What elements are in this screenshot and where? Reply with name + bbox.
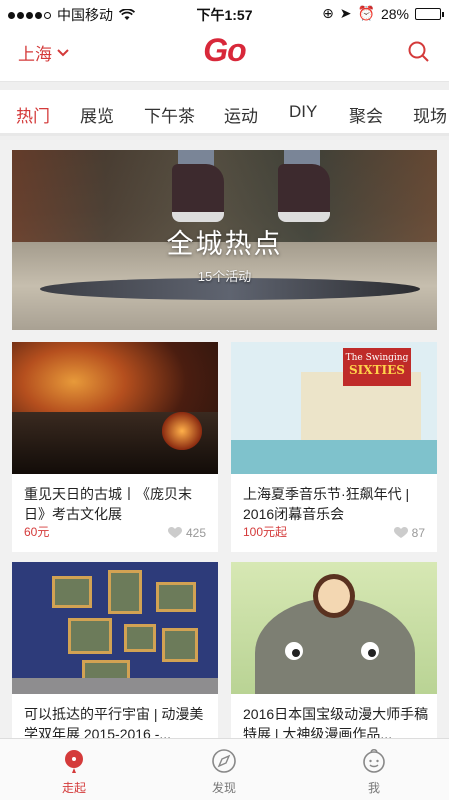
nav-go[interactable]: 走起 — [44, 747, 104, 796]
rotation-lock-icon: ⊕ — [322, 5, 334, 21]
search-button[interactable] — [407, 40, 431, 69]
event-title: 可以抵达的平行宇宙 | 动漫美学双年展 2015-2016 -... — [24, 706, 204, 738]
status-right: ⊕ ➤ ⏰ 28% — [322, 5, 444, 22]
music-pool — [231, 440, 437, 474]
app-logo: Go — [203, 32, 246, 68]
museum-frame — [162, 628, 198, 662]
battery-percent: 28% — [380, 5, 409, 22]
divider — [0, 82, 449, 90]
bottom-nav: 走起 发现 我 — [0, 738, 449, 800]
museum-frame — [108, 570, 142, 614]
tab-sports[interactable]: 运动 — [224, 102, 258, 127]
alarm-icon: ⏰ — [357, 5, 375, 21]
image-sign-small: The Swinging — [345, 353, 409, 363]
image-sign-big: SIXTIES — [349, 363, 405, 377]
ruins-fire — [162, 412, 202, 450]
museum-frame — [52, 576, 92, 608]
banner-shoe-right — [278, 164, 330, 222]
banner-title: 全城热点 — [166, 229, 283, 259]
nav-label: 走起 — [61, 781, 86, 795]
tab-party[interactable]: 聚会 — [349, 102, 383, 127]
girl-figure — [313, 574, 355, 618]
feed[interactable]: 全城热点 15个活动 重见天日的古城丨《庞贝末日》考古文化展 60元 425 T… — [0, 140, 449, 738]
museum-frame — [156, 582, 196, 612]
heart-icon — [167, 527, 182, 538]
compass-icon — [212, 749, 236, 773]
event-title: 重见天日的古城丨《庞贝末日》考古文化展 — [24, 486, 192, 522]
tab-afternoon-tea[interactable]: 下午茶 — [144, 102, 195, 127]
banner-subtitle: 15个活动 — [197, 269, 252, 284]
search-icon — [408, 41, 429, 62]
status-bar: 中国移动 下午1:57 ⊕ ➤ ⏰ 28% — [0, 0, 449, 26]
event-image: The Swinging SIXTIES — [231, 342, 437, 474]
like-count[interactable]: 87 — [393, 526, 425, 540]
nav-label: 发现 — [211, 781, 236, 795]
heart-icon — [393, 527, 408, 538]
like-count-value: 425 — [185, 526, 206, 540]
like-count[interactable]: 425 — [167, 526, 206, 540]
image-sign: The Swinging SIXTIES — [343, 348, 411, 386]
event-card[interactable]: 2016日本国宝级动漫大师手稿特展 | 大神级漫画作品... — [231, 562, 437, 738]
museum-floor — [12, 678, 218, 694]
banner-shoe-left — [172, 164, 224, 222]
event-card[interactable]: 可以抵达的平行宇宙 | 动漫美学双年展 2015-2016 -... — [12, 562, 218, 738]
event-card[interactable]: 重见天日的古城丨《庞贝末日》考古文化展 60元 425 — [12, 342, 218, 552]
event-image — [12, 342, 218, 474]
location-icon: ➤ — [339, 5, 352, 21]
category-tabs: 热门 展览 下午茶 运动 DIY 聚会 现场 — [0, 90, 449, 136]
tab-hot[interactable]: 热门 — [16, 102, 50, 127]
hot-banner[interactable]: 全城热点 15个活动 — [12, 150, 437, 330]
event-image — [231, 562, 437, 694]
event-title: 2016日本国宝级动漫大师手稿特展 | 大神级漫画作品... — [243, 706, 429, 738]
event-card[interactable]: The Swinging SIXTIES 上海夏季音乐节·狂飙年代 | 2016… — [231, 342, 437, 552]
museum-frame — [124, 624, 156, 652]
face-icon — [363, 749, 385, 773]
event-price: 100元起 — [243, 525, 288, 539]
totoro-eye — [285, 642, 303, 660]
balloon-icon — [65, 750, 83, 773]
museum-frame — [68, 618, 112, 654]
nav-discover[interactable]: 发现 — [194, 747, 254, 796]
like-count-value: 87 — [411, 526, 425, 540]
tab-diy[interactable]: DIY — [289, 102, 317, 122]
tab-live[interactable]: 现场 — [413, 102, 447, 127]
nav-me[interactable]: 我 — [344, 747, 404, 796]
event-title: 上海夏季音乐节·狂飙年代 | 2016闭幕音乐会 — [243, 486, 410, 522]
battery-icon — [415, 7, 444, 20]
event-price: 60元 — [24, 525, 50, 539]
tab-exhibition[interactable]: 展览 — [80, 102, 114, 127]
nav-label: 我 — [367, 781, 380, 795]
event-image — [12, 562, 218, 694]
top-bar: 上海 Go — [0, 26, 449, 82]
totoro-eye — [361, 642, 379, 660]
